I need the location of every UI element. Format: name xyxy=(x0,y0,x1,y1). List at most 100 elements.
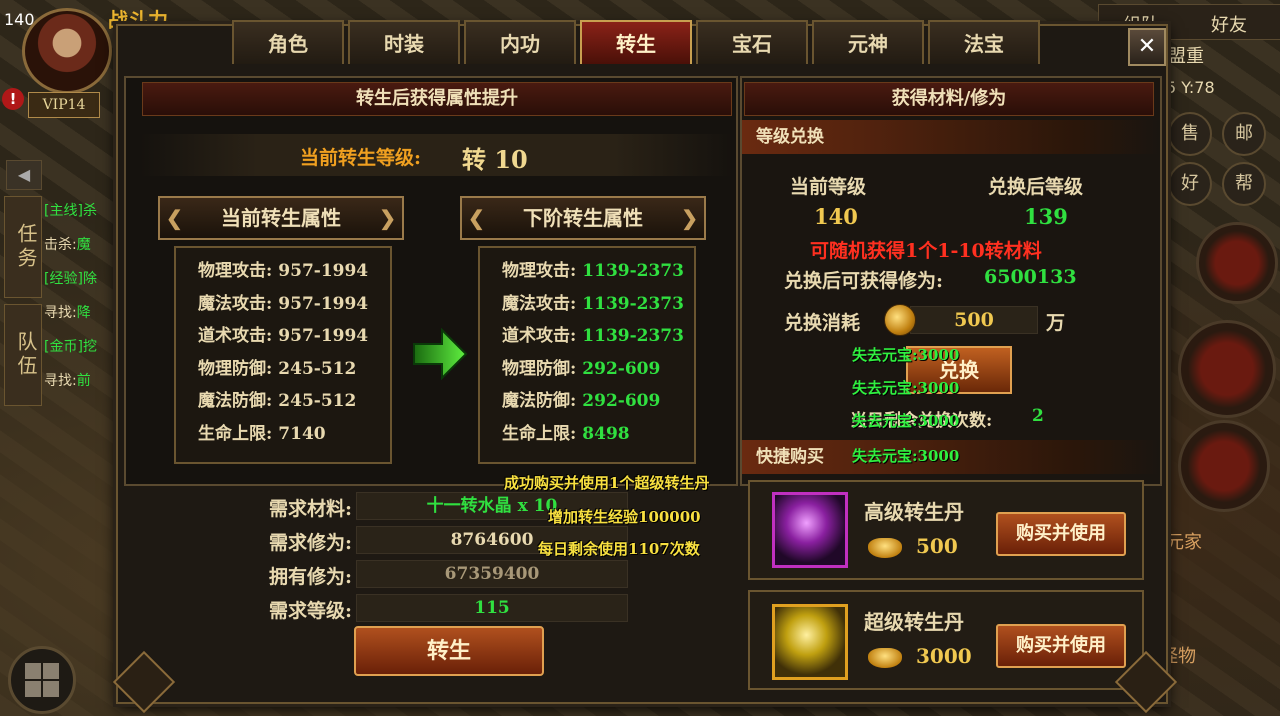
tab-4[interactable]: 宝石 xyxy=(696,20,808,64)
quest-tag: [经验] xyxy=(44,271,83,287)
attr-value: 1139-2373 xyxy=(582,261,684,281)
requirement-label: 拥有修为: xyxy=(268,566,352,588)
cost-unit: 万 xyxy=(1046,312,1066,334)
tab-0[interactable]: 角色 xyxy=(232,20,344,64)
quest-tag: [金币] xyxy=(44,339,83,355)
player-avatar[interactable] xyxy=(22,8,112,94)
attr-row: 道术攻击: 957-1994 xyxy=(198,321,368,346)
attr-value: 292-609 xyxy=(582,391,661,411)
coin-icon xyxy=(884,304,916,336)
quest-line[interactable]: 寻找:前 xyxy=(44,370,116,390)
attr-name: 魔法防御: xyxy=(198,391,273,411)
attr-name: 物理防御: xyxy=(502,358,577,379)
cost-value: 500 xyxy=(910,306,1038,334)
left-panel-header: 转生后获得属性提升 xyxy=(142,82,732,116)
next-attrs-box: 物理攻击: 1139-2373 魔法攻击: 1139-2373 道术攻击: 1139-23… xyxy=(478,246,696,464)
close-icon[interactable]: ✕ xyxy=(1128,28,1166,66)
attr-value: 957-1994 xyxy=(278,261,369,281)
quest-line[interactable]: 击杀:魔 xyxy=(44,234,116,254)
shop-item-card: 超级转生丹 3000 购买并使用 xyxy=(748,590,1144,690)
attr-row: 物理攻击: 1139-2373 xyxy=(502,256,684,281)
attr-name: 物理攻击: xyxy=(198,261,273,281)
guild-button[interactable]: 帮 xyxy=(1222,162,1266,206)
attr-row: 物理防御: 292-609 xyxy=(502,354,660,379)
tab-2[interactable]: 内功 xyxy=(464,20,576,64)
alert-icon[interactable]: ! xyxy=(2,88,24,110)
mail-button[interactable]: 邮 xyxy=(1222,112,1266,156)
lost-ingot-message: 失去元宝:3000 xyxy=(852,447,960,465)
skill-slash-icon[interactable] xyxy=(1178,420,1270,512)
nearby-player-name: 元家 xyxy=(1166,532,1202,553)
current-attrs-box: 物理攻击: 957-1994 魔法攻击: 957-1994 道术攻击: 957-1994 物… xyxy=(174,246,392,464)
next-attrs-title: 下阶转生属性 xyxy=(460,196,706,240)
attr-value: 7140 xyxy=(278,423,326,444)
attack-button-icon[interactable] xyxy=(1178,320,1276,418)
quest-text: 杀 xyxy=(82,203,97,219)
attr-value: 1139-2373 xyxy=(582,293,684,314)
purchase-success-message: 成功购买并使用1个超级转生丹 xyxy=(504,474,710,492)
attr-value: 1139-2373 xyxy=(582,326,684,346)
lost-ingot-message: 失去元宝:3000 xyxy=(852,346,960,364)
attr-name: 物理攻击: xyxy=(502,261,577,281)
tab-3[interactable]: 转生 xyxy=(580,20,692,64)
exp-gain-message: 增加转生经验100000 xyxy=(548,508,701,526)
attr-name: 道术攻击: xyxy=(502,326,577,346)
skill-dragon-icon[interactable] xyxy=(1196,222,1278,304)
attr-value: 957-1994 xyxy=(278,293,369,314)
team-tab[interactable]: 队伍 xyxy=(4,304,42,406)
attr-name: 生命上限: xyxy=(502,423,577,444)
quest-tag: 寻找: xyxy=(44,373,77,389)
shop-item-price: 3000 xyxy=(916,644,972,668)
attr-row: 魔法攻击: 957-1994 xyxy=(198,289,368,314)
requirement-value: 67359400 xyxy=(356,560,628,588)
attr-row: 魔法攻击: 1139-2373 xyxy=(502,289,684,314)
menu-grid-icon[interactable] xyxy=(8,646,76,714)
friend-side-button[interactable]: 好 xyxy=(1168,162,1212,206)
gain-cultivation-value: 6500133 xyxy=(984,266,1077,288)
current-level-label: 当前等级 xyxy=(790,176,867,198)
daily-remaining-message: 每日剩余使用1107次数 xyxy=(538,540,700,558)
quest-tag: 寻找: xyxy=(44,305,77,321)
tab-5[interactable]: 元神 xyxy=(812,20,924,64)
advanced-pill-icon[interactable] xyxy=(772,492,848,568)
attr-name: 魔法攻击: xyxy=(198,293,273,314)
attr-row: 魔法防御: 292-609 xyxy=(502,386,660,411)
quest-line[interactable]: [经验]除 xyxy=(44,268,116,288)
attr-value: 245-512 xyxy=(278,391,357,411)
tab-1[interactable]: 时装 xyxy=(348,20,460,64)
quest-text: 挖 xyxy=(82,339,97,355)
shop-item-price: 500 xyxy=(916,534,958,558)
quest-line[interactable]: [主线]杀 xyxy=(44,200,116,220)
quest-line[interactable]: 寻找:降 xyxy=(44,302,116,322)
vip-badge[interactable]: VIP14 xyxy=(28,92,100,118)
current-level-value: 140 xyxy=(814,204,858,229)
rebirth-button[interactable]: 转生 xyxy=(354,626,544,676)
super-pill-icon[interactable] xyxy=(772,604,848,680)
ingot-icon xyxy=(868,538,902,558)
attr-row: 魔法防御: 245-512 xyxy=(198,386,356,411)
attr-name: 物理防御: xyxy=(198,358,273,379)
quest-line[interactable]: [金币]挖 xyxy=(44,336,116,356)
random-material-text: 可随机获得1个1-10转材料 xyxy=(810,240,1042,262)
quest-tag: [主线] xyxy=(44,203,83,219)
buy-and-use-button[interactable]: 购买并使用 xyxy=(996,624,1126,668)
after-level-label: 兑换后等级 xyxy=(988,176,1084,198)
buy-and-use-button[interactable]: 购买并使用 xyxy=(996,512,1126,556)
attr-row: 生命上限: 8498 xyxy=(502,419,630,444)
friend-button[interactable]: 好友 xyxy=(1211,11,1247,37)
attr-name: 魔法攻击: xyxy=(502,293,577,314)
attr-value: 292-609 xyxy=(582,358,661,379)
tab-6[interactable]: 法宝 xyxy=(928,20,1040,64)
quest-text: 魔 xyxy=(76,237,91,253)
quest-text: 降 xyxy=(76,305,91,321)
attr-name: 生命上限: xyxy=(198,423,273,444)
quest-tab[interactable]: 任务 xyxy=(4,196,42,298)
attr-row: 生命上限: 7140 xyxy=(198,419,326,444)
quest-tag: 击杀: xyxy=(44,237,77,253)
collapse-arrow-icon[interactable]: ◀ xyxy=(6,160,42,190)
sell-button[interactable]: 售 xyxy=(1168,112,1212,156)
attr-value: 957-1994 xyxy=(278,326,369,346)
requirement-value: 115 xyxy=(356,594,628,622)
guild-name: 盟重 xyxy=(1168,46,1204,67)
attr-row: 物理防御: 245-512 xyxy=(198,354,356,379)
